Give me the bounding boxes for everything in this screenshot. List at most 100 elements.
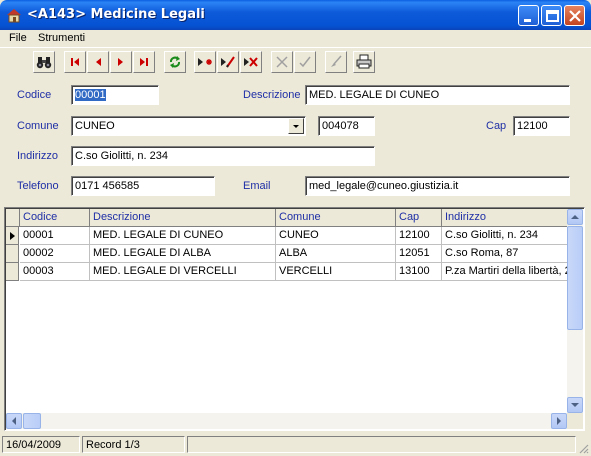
cap-field[interactable]: 12100 [513,116,570,136]
comune-code-field[interactable]: 004078 [318,116,375,136]
first-record-button[interactable] [64,51,86,73]
broom-icon [331,55,342,67]
scroll-left-button[interactable] [6,413,22,429]
cap-label: Cap [486,120,507,132]
last-record-icon [140,58,148,66]
column-header-codice[interactable]: Codice [20,209,90,227]
email-field[interactable]: med_legale@cuneo.giustizia.it [305,176,570,196]
row-selector[interactable] [6,263,19,281]
comune-combobox[interactable]: CUNEO [71,116,306,136]
cell-comune[interactable]: ALBA [276,245,396,263]
confirm-icon [299,56,311,68]
next-record-icon [118,58,123,66]
indirizzo-field[interactable]: C.so Giolitti, n. 234 [71,146,375,166]
horizontal-scroll-thumb[interactable] [23,413,41,429]
edit-record-button[interactable] [217,51,239,73]
printer-icon [356,54,372,69]
chevron-right-icon [557,417,561,425]
chevron-up-icon [571,215,579,219]
new-record-icon [198,58,212,66]
delete-record-button[interactable] [240,51,262,73]
minimize-button[interactable] [518,5,539,26]
cell-cap[interactable]: 12100 [396,227,442,245]
chevron-down-icon [571,403,579,407]
cell-comune[interactable]: CUNEO [276,227,396,245]
email-label: Email [243,180,271,192]
scroll-right-button[interactable] [551,413,567,429]
cell-codice[interactable]: 00002 [20,245,90,263]
last-record-button[interactable] [133,51,155,73]
title-bar[interactable]: <A143> Medicine Legali [0,0,591,30]
descrizione-field[interactable]: MED. LEGALE DI CUNEO [305,85,570,105]
scroll-up-button[interactable] [567,209,583,225]
confirm-button[interactable] [294,51,316,73]
combo-dropdown-button[interactable] [288,118,304,134]
indirizzo-label: Indirizzo [17,150,58,162]
telefono-field[interactable]: 0171 456585 [71,176,215,196]
refresh-icon [170,56,180,68]
column-header-comune[interactable]: Comune [276,209,396,227]
maximize-button[interactable] [541,5,562,26]
column-header-indirizzo[interactable]: Indirizzo [442,209,570,227]
cell-descrizione[interactable]: MED. LEGALE DI ALBA [90,245,276,263]
delete-record-icon [244,57,258,67]
codice-field[interactable]: 00001 [71,85,159,105]
row-selector[interactable] [6,245,19,263]
current-row-icon [10,232,15,240]
next-record-button[interactable] [110,51,132,73]
column-header-descrizione[interactable]: Descrizione [90,209,276,227]
binoculars-icon [36,57,52,69]
print-button[interactable] [353,51,375,73]
cell-cap[interactable]: 13100 [396,263,442,281]
cancel-icon [276,56,288,68]
cell-cap[interactable]: 12051 [396,245,442,263]
app-icon [6,7,22,23]
status-date: 16/04/2009 [2,436,80,453]
chevron-down-icon [293,125,299,128]
row-selector[interactable] [6,227,19,245]
cell-indirizzo[interactable]: C.so Giolitti, n. 234 [442,227,570,245]
close-button[interactable] [564,5,585,26]
edit-record-icon [221,56,235,68]
table-row[interactable]: 00003 MED. LEGALE DI VERCELLI VERCELLI 1… [6,263,570,281]
chevron-left-icon [12,417,16,425]
cell-descrizione[interactable]: MED. LEGALE DI VERCELLI [90,263,276,281]
horizontal-scrollbar[interactable] [6,413,567,429]
prev-record-icon [96,58,101,66]
column-header-cap[interactable]: Cap [396,209,442,227]
new-record-button[interactable] [194,51,216,73]
menu-strumenti[interactable]: Strumenti [38,32,85,44]
descrizione-label: Descrizione [243,89,301,101]
telefono-label: Telefono [17,180,59,192]
cancel-button[interactable] [271,51,293,73]
resize-grip-icon[interactable] [577,442,589,454]
cell-codice[interactable]: 00001 [20,227,90,245]
status-bar: 16/04/2009 Record 1/3 [0,434,591,456]
search-button[interactable] [33,51,55,73]
cell-codice[interactable]: 00003 [20,263,90,281]
window-title: <A143> Medicine Legali [27,7,205,22]
grid-header: Codice Descrizione Comune Cap Indirizzo [6,209,570,227]
vertical-scroll-thumb[interactable] [567,226,583,330]
prev-record-button[interactable] [87,51,109,73]
cell-indirizzo[interactable]: P.za Martiri della libertà, 2 [442,263,570,281]
clear-button[interactable] [325,51,347,73]
toolbar [0,50,591,76]
records-grid[interactable]: Codice Descrizione Comune Cap Indirizzo … [4,207,585,431]
cell-indirizzo[interactable]: C.so Roma, 87 [442,245,570,263]
first-record-icon [71,58,79,66]
menu-bar: File Strumenti [0,30,591,48]
table-row[interactable]: 00001 MED. LEGALE DI CUNEO CUNEO 12100 C… [6,227,570,245]
codice-label: Codice [17,89,52,101]
record-form: Codice 00001 Descrizione MED. LEGALE DI … [0,78,591,203]
cell-descrizione[interactable]: MED. LEGALE DI CUNEO [90,227,276,245]
scrollbar-corner [567,413,583,429]
comune-label: Comune [17,120,59,132]
vertical-scrollbar[interactable] [567,209,583,413]
scroll-down-button[interactable] [567,397,583,413]
cell-comune[interactable]: VERCELLI [276,263,396,281]
menu-file[interactable]: File [9,32,27,44]
table-row[interactable]: 00002 MED. LEGALE DI ALBA ALBA 12051 C.s… [6,245,570,263]
refresh-button[interactable] [164,51,186,73]
status-record-count: Record 1/3 [82,436,185,453]
